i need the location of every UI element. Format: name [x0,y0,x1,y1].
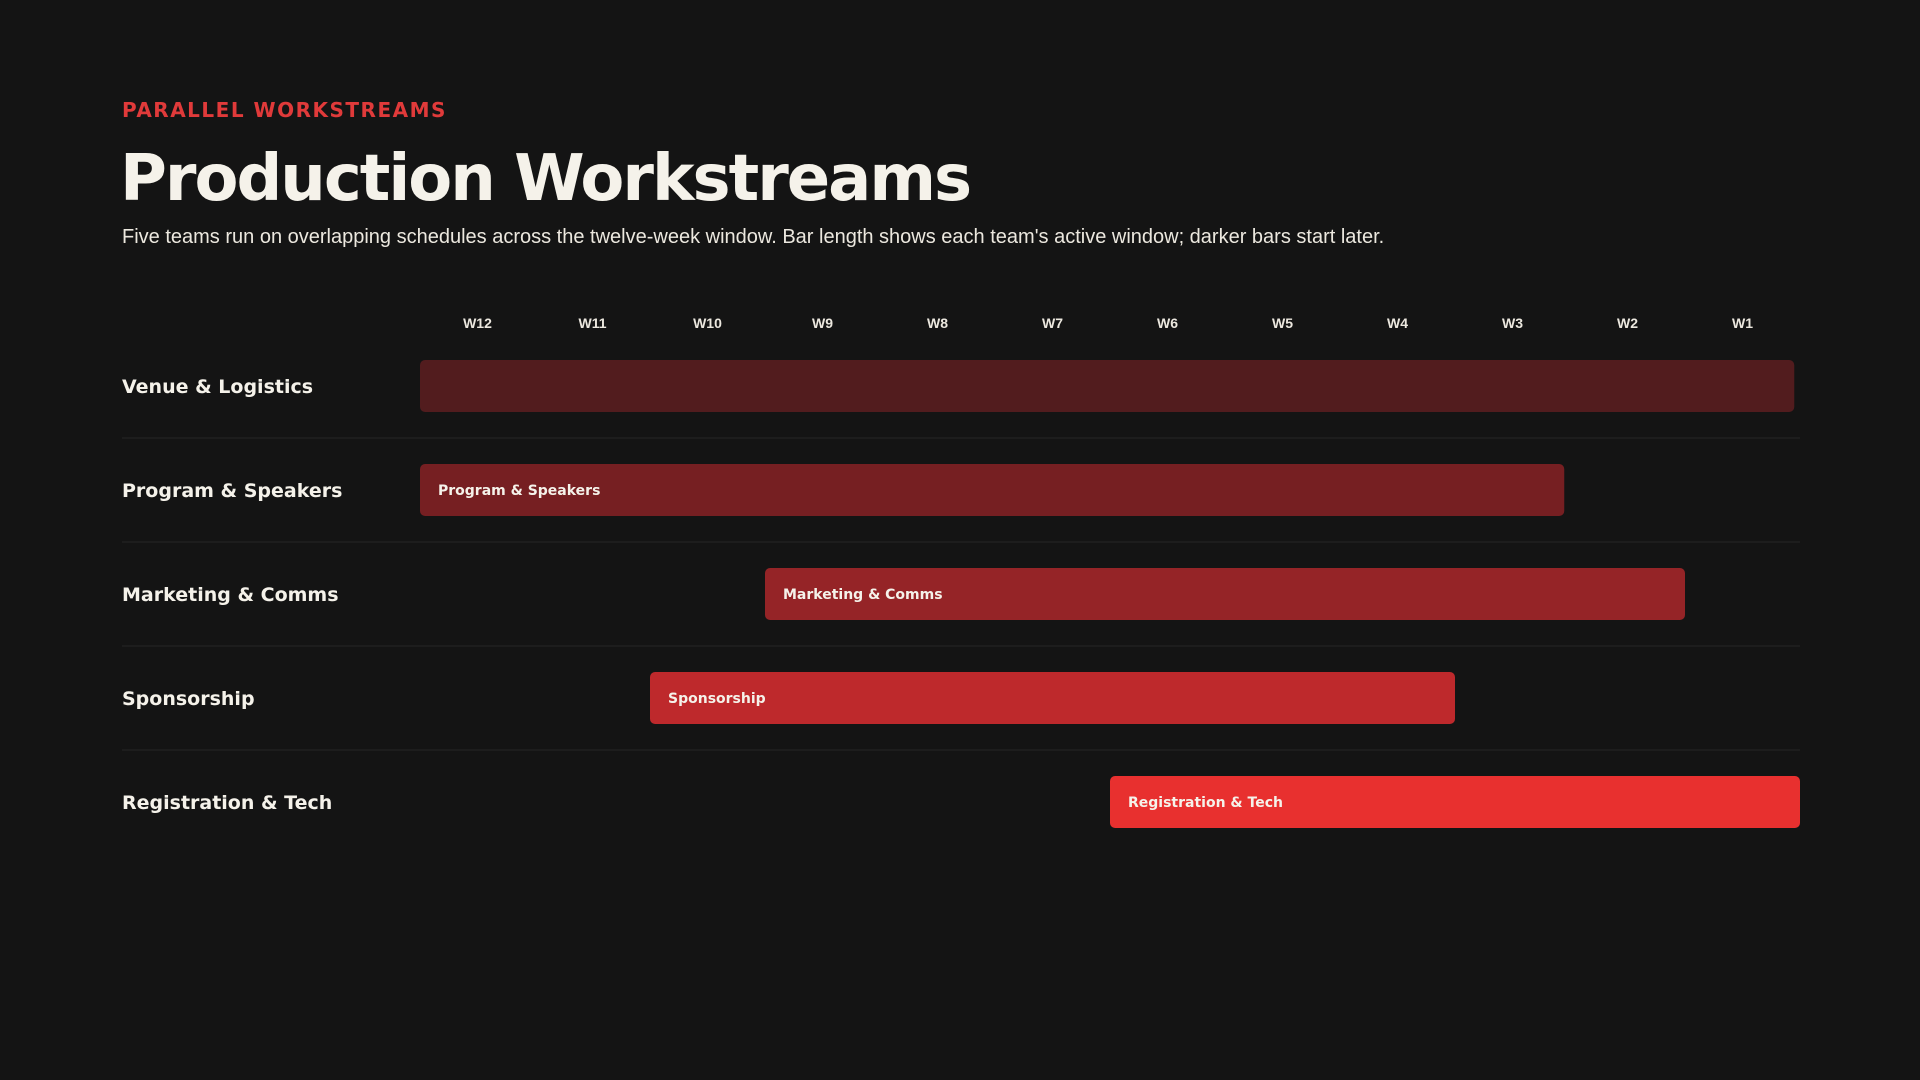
chart-row: Venue & Logistics [122,360,1795,412]
chart-row: Program & Speakers Program & Speakers [122,464,1565,516]
row-label: Sponsorship [122,688,255,710]
row-label: Registration & Tech [122,792,332,814]
week-tick-label: W3 [1502,315,1523,331]
bar-label: Marketing & Comms [783,587,943,603]
week-tick-label: W4 [1387,315,1408,331]
week-tick-label: W7 [1042,315,1063,331]
bar-label: Registration & Tech [1128,795,1283,811]
week-tick-label: W8 [927,315,948,331]
bar-label: Program & Speakers [438,483,600,499]
week-tick-label: W5 [1272,315,1293,331]
week-tick-label: W1 [1732,315,1753,331]
chart-row: Marketing & Comms Marketing & Comms [122,568,1685,620]
week-tick-label: W11 [578,315,606,331]
row-label: Venue & Logistics [122,376,313,398]
week-tick-label: W10 [693,315,722,331]
week-tick-label: W12 [463,315,492,331]
week-tick-label: W2 [1617,315,1638,331]
chart-row: Sponsorship Sponsorship [122,672,1455,724]
week-tick-label: W6 [1157,315,1178,331]
gantt-chart: W12 W11 W10 W9 W8 W7 W6 W5 W4 W3 W2 W1 Venue & Logi… [122,315,1800,828]
week-tick-label: W9 [812,315,833,331]
chart-row: Registration & Tech Registration & Tech [122,776,1800,828]
row-label: Program & Speakers [122,480,342,502]
workstream-bar [420,360,1795,412]
row-label: Marketing & Comms [122,584,339,606]
chart-rows: Venue & LogisticsProgram & Speakers Progr… [122,360,1800,828]
week-axis: W12 W11 W10 W9 W8 W7 W6 W5 W4 W3 W2 W1 [463,315,1753,331]
workstream-bar [650,672,1455,724]
bar-label: Sponsorship [668,691,766,707]
